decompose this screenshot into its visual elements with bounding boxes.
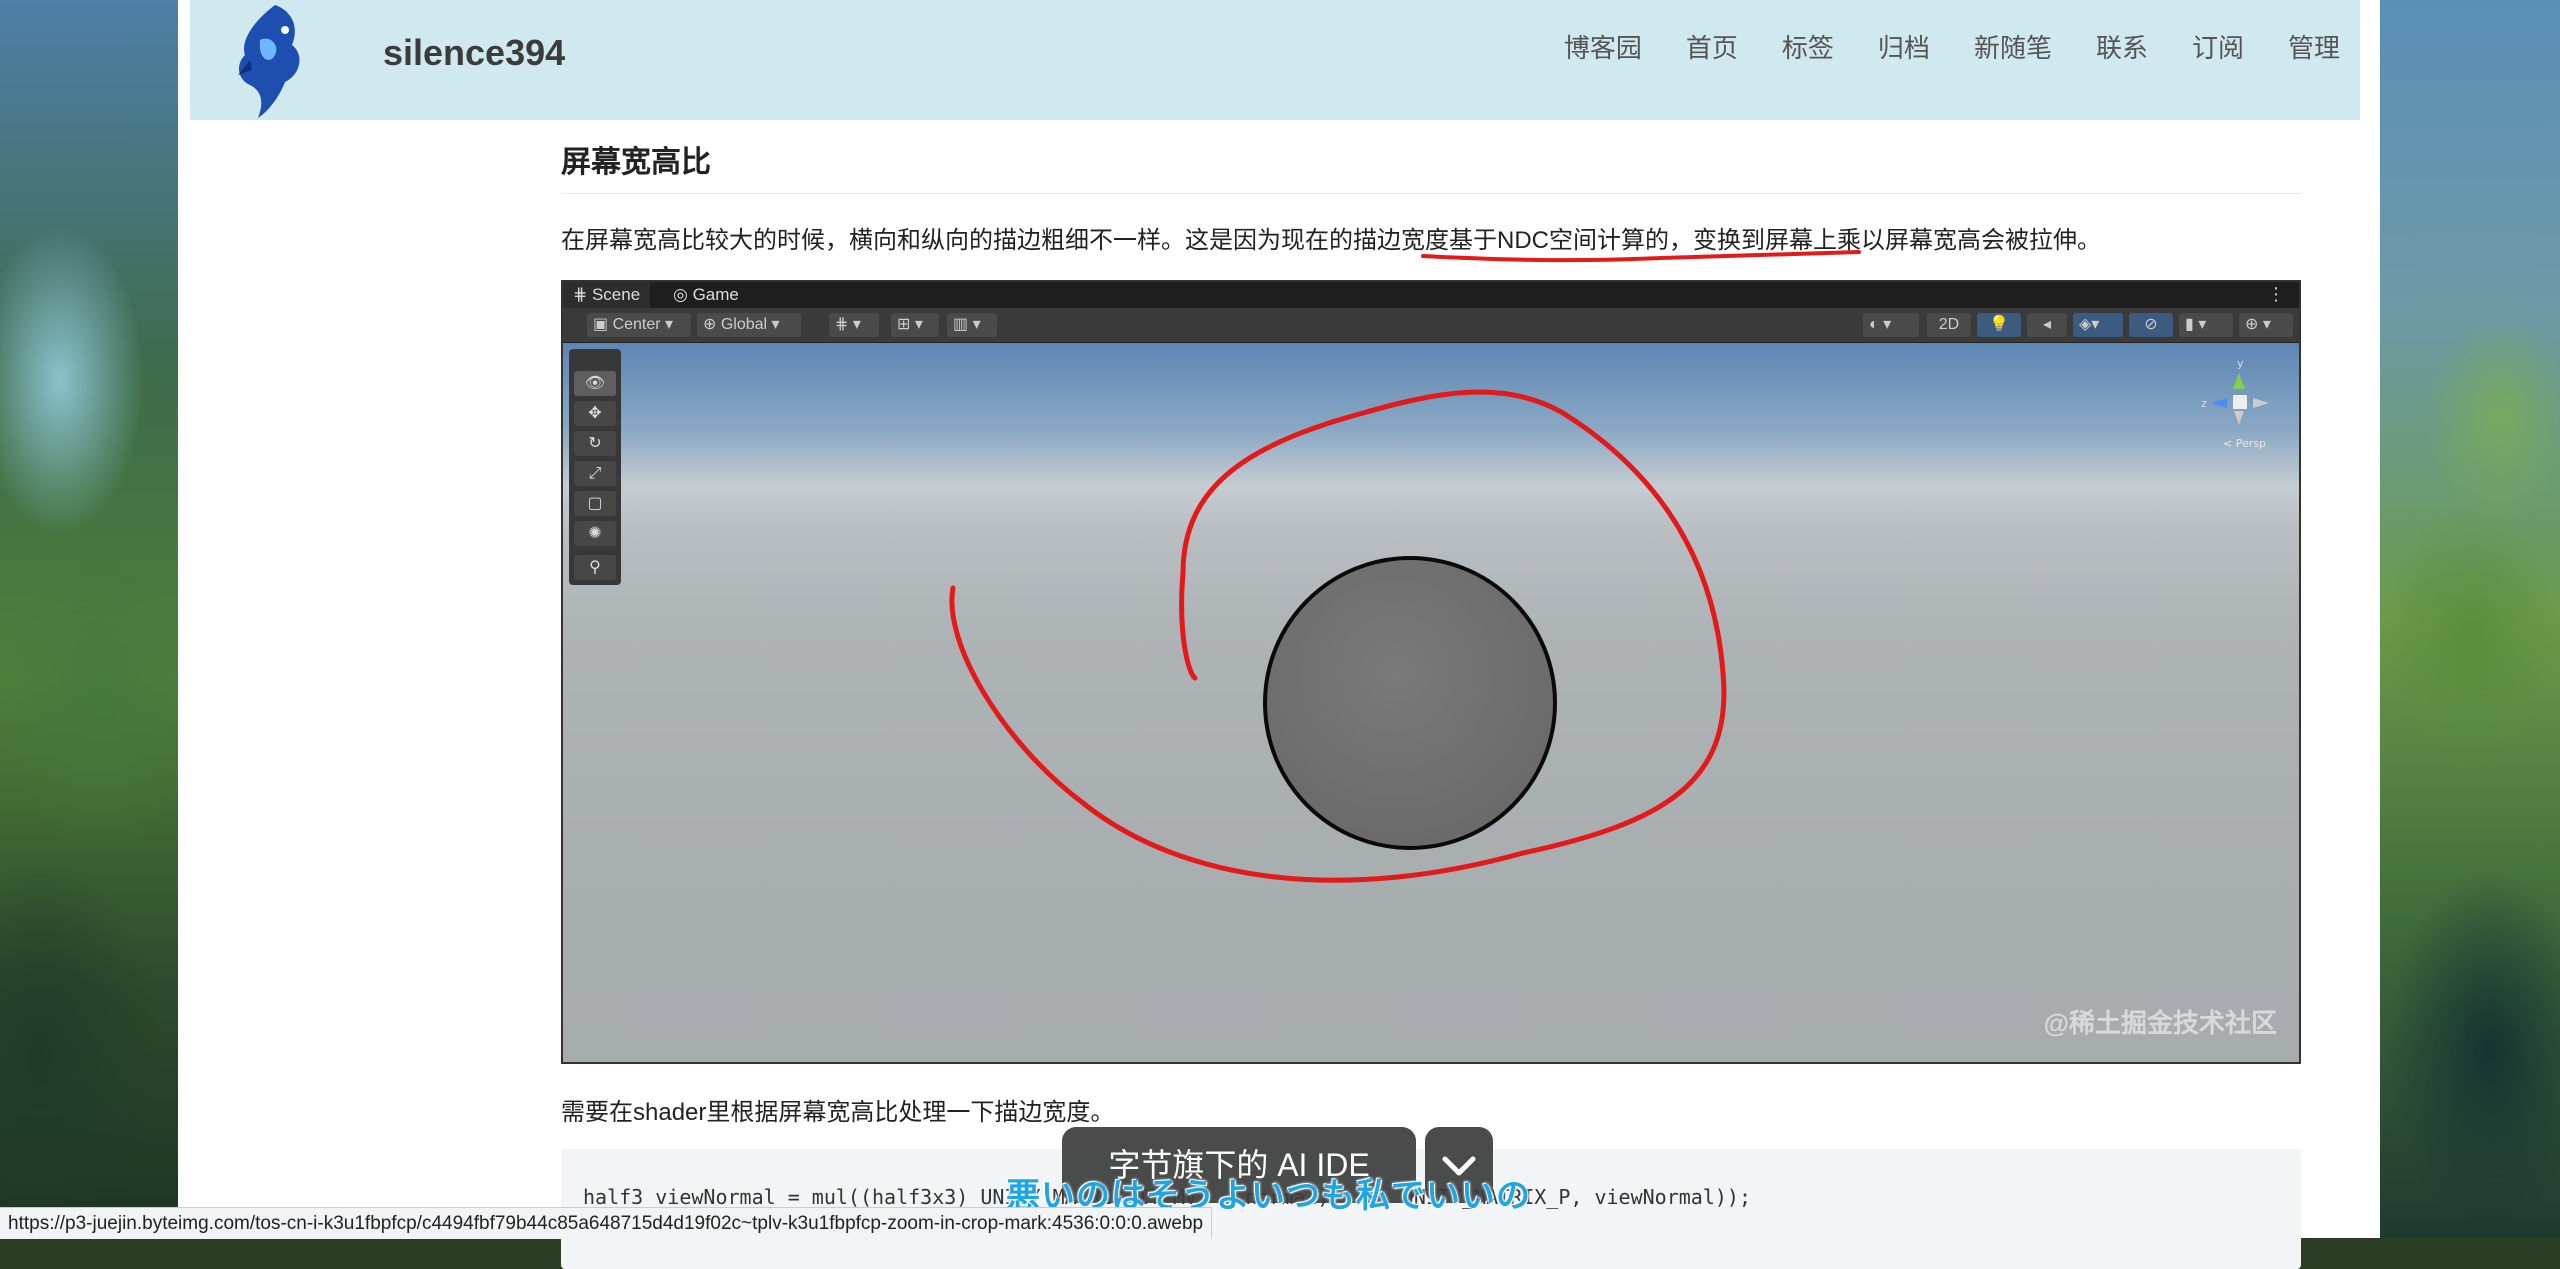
space-dropdown[interactable]: ⊕ Global ▾: [697, 313, 801, 337]
nav-item-tags[interactable]: 标签: [1782, 28, 1834, 65]
background-scenery-left: [0, 0, 178, 1238]
nav-item-subscribe[interactable]: 订阅: [2192, 28, 2244, 65]
paragraph-shader-note: 需要在shader里根据屏幕宽高比处理一下描边宽度。: [561, 1099, 1115, 1126]
background-scenery-right: [2380, 0, 2560, 1238]
audio-toggle-icon[interactable]: ◂: [2027, 313, 2067, 337]
increment-snap-icon[interactable]: ⊞ ▾: [891, 313, 939, 337]
nav-item-new-post[interactable]: 新随笔: [1974, 28, 2052, 65]
paragraph-aspect-ratio: 在屏幕宽高比较大的时候，横向和纵向的描边粗细不一样。这是因为现在的描边宽度基于N…: [561, 220, 2101, 263]
tab-game[interactable]: ◎ Game: [663, 282, 749, 308]
nav-item-contact[interactable]: 联系: [2096, 28, 2148, 65]
camera-settings-icon[interactable]: ▮ ▾: [2179, 313, 2233, 337]
unity-scene-toolbar: ▣ Center ▾ ⊕ Global ▾ ⋕ ▾ ⊞ ▾ ▥ ▾ ◐ ▾ 2D…: [563, 308, 2299, 343]
effects-toggle-icon[interactable]: ◈▾: [2073, 313, 2123, 337]
site-nav: 博客园 首页 标签 归档 新随笔 联系 订阅 管理: [1520, 28, 2340, 65]
sphere-with-annotation: [949, 389, 1727, 883]
heading-divider: [561, 193, 2301, 194]
paragraph-text-c: 。: [2077, 227, 2101, 254]
blog-page: silence394 博客园 首页 标签 归档 新随笔 联系 订阅 管理 屏幕宽…: [178, 0, 2380, 1269]
scene-viewport[interactable]: 👁 ✥ ↻ ⤢ ▢ ✺ ⚲ y z < Persp @稀土掘金技术社区: [563, 343, 2299, 1062]
red-underline-annotation: [1421, 250, 1861, 263]
nav-item-manage[interactable]: 管理: [2288, 28, 2340, 65]
gamepad-icon: ◎: [673, 285, 693, 304]
kebab-menu-icon[interactable]: ⋮: [2267, 282, 2285, 306]
shading-mode-icon[interactable]: ◐ ▾: [1863, 313, 1919, 337]
visibility-toggle-icon[interactable]: ⊘: [2129, 313, 2173, 337]
site-title[interactable]: silence394: [383, 32, 565, 74]
outlined-sphere: [1263, 556, 1557, 850]
site-logo[interactable]: [230, 0, 320, 122]
tab-scene[interactable]: ⋕ Scene: [563, 282, 651, 308]
section-heading: 屏幕宽高比: [561, 146, 711, 179]
nav-item-archive[interactable]: 归档: [1878, 28, 1930, 65]
nav-item-cnblogs[interactable]: 博客园: [1564, 28, 1642, 65]
site-header: silence394 博客园 首页 标签 归档 新随笔 联系 订阅 管理: [190, 0, 2360, 120]
link-status-bar: https://p3-juejin.byteimg.com/tos-cn-i-k…: [0, 1207, 1213, 1239]
scene-grid-icon: ⋕: [573, 285, 592, 304]
pivot-dropdown[interactable]: ▣ Center ▾: [587, 313, 691, 337]
lighting-toggle-icon[interactable]: 💡: [1977, 313, 2021, 337]
ruler-icon[interactable]: ▥ ▾: [947, 313, 997, 337]
gizmos-icon[interactable]: ⊕ ▾: [2239, 313, 2293, 337]
unity-tab-bar: ⋕ Scene ◎ Game ⋮: [563, 282, 2299, 308]
nav-item-home[interactable]: 首页: [1686, 28, 1738, 65]
grid-snap-icon[interactable]: ⋕ ▾: [829, 313, 879, 337]
toggle-2d-button[interactable]: 2D: [1927, 313, 1971, 337]
juejin-watermark: @稀土掘金技术社区: [2043, 1008, 2277, 1038]
unity-scene-screenshot[interactable]: ⋕ Scene ◎ Game ⋮ ▣ Center ▾ ⊕ Global ▾ ⋕…: [561, 280, 2301, 1064]
